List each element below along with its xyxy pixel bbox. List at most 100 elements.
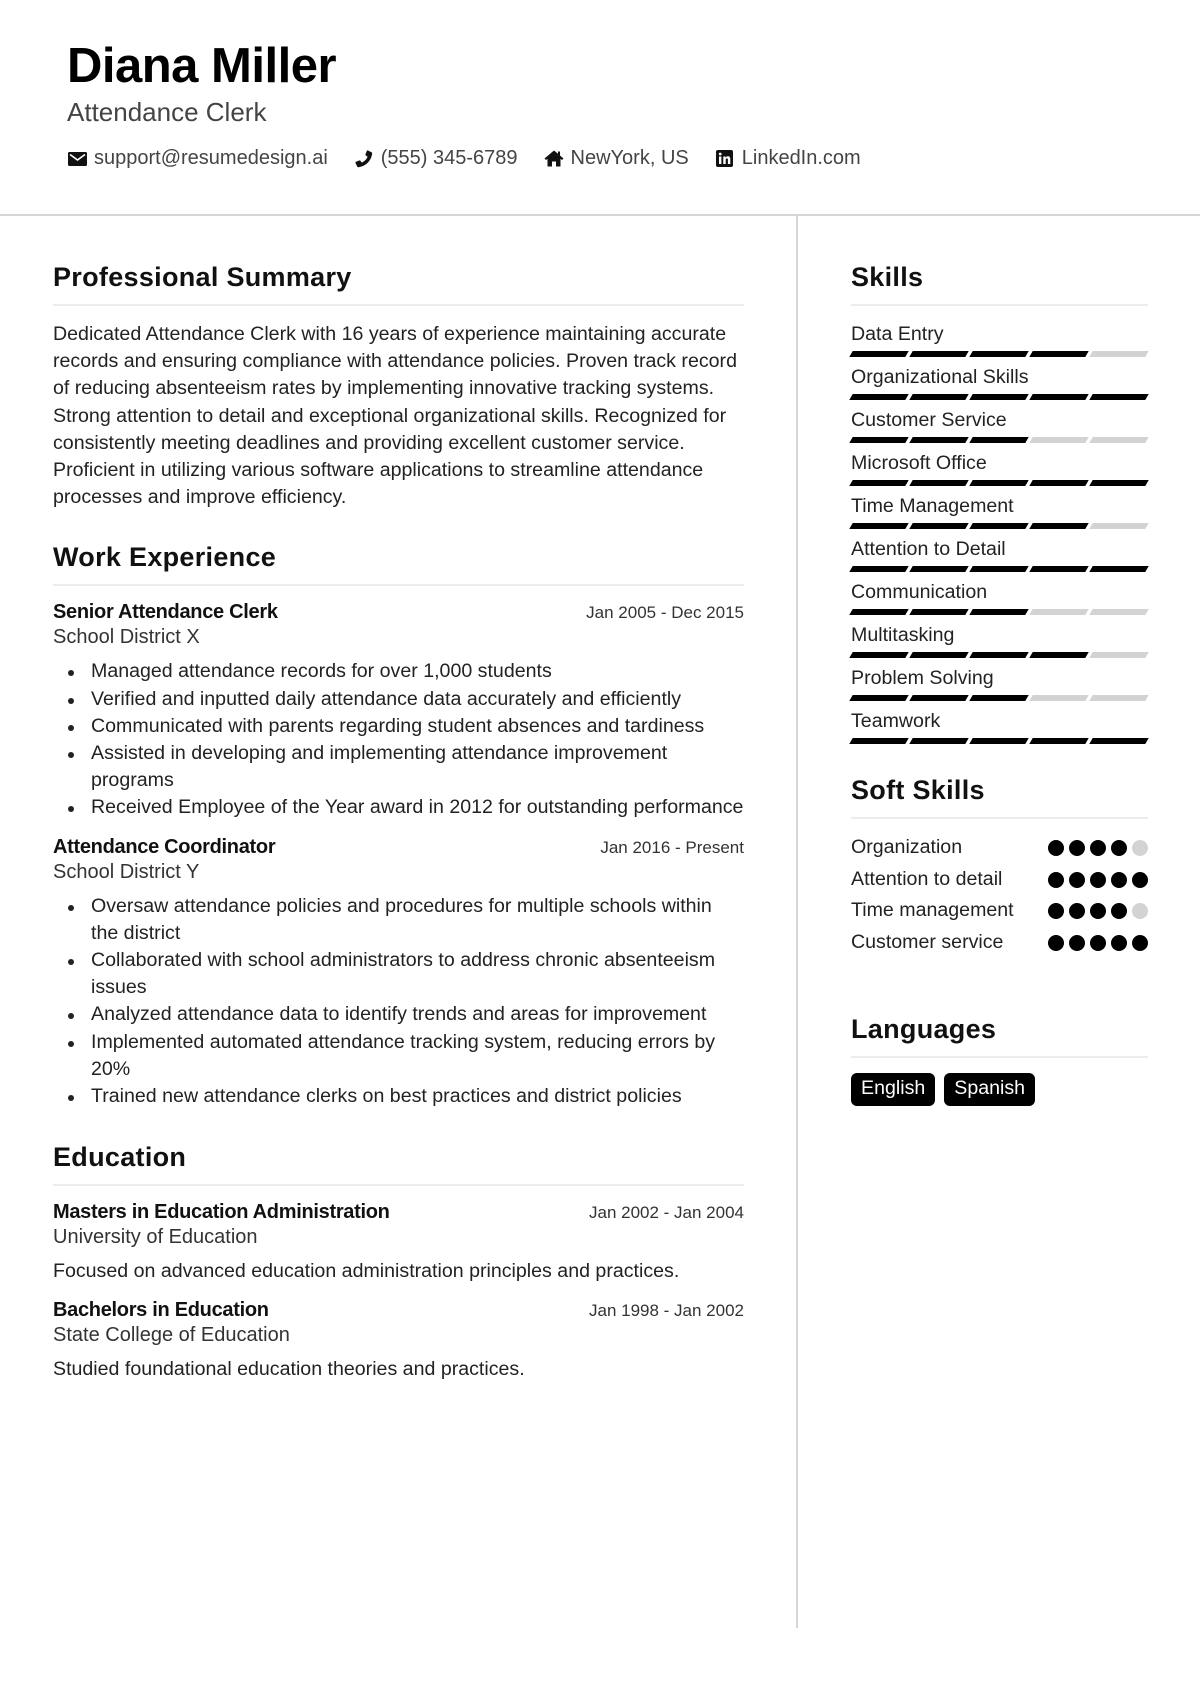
linkedin-icon	[715, 149, 735, 169]
rating-dot-filled	[1048, 903, 1064, 919]
contact-linkedin-text: LinkedIn.com	[741, 147, 861, 169]
skill-segment-filled	[969, 394, 1029, 400]
job-bullet: Collaborated with school administrators …	[53, 947, 744, 1001]
job-bullet: Implemented automated attendance trackin…	[53, 1029, 744, 1083]
rating-dot-filled	[1069, 871, 1085, 888]
soft-skill-rating	[1048, 897, 1148, 919]
rating-dot-filled	[1132, 871, 1148, 888]
rating-dot-filled	[1048, 934, 1064, 951]
job-bullets: Oversaw attendance policies and procedur…	[53, 893, 744, 1111]
section-heading-languages: Languages	[851, 1014, 1148, 1058]
job-entry: Attendance Coordinator Jan 2016 - Present…	[53, 836, 744, 1111]
rating-dot-filled	[1090, 903, 1106, 919]
language-list: English Spanish	[851, 1073, 1148, 1106]
contact-email[interactable]: support@resumedesign.ai	[67, 147, 328, 170]
skill-item: Communication	[849, 579, 1149, 616]
job-bullet: Trained new attendance clerks on best pr…	[53, 1083, 744, 1110]
skill-segment-filled	[849, 609, 909, 615]
education-description: Focused on advanced education administra…	[53, 1260, 680, 1283]
education-date: Jan 2002 - Jan 2004	[588, 1203, 744, 1223]
rating-dot-filled	[1090, 840, 1106, 856]
skill-segment-empty	[1089, 523, 1149, 529]
skill-item: Organizational Skills	[849, 364, 1149, 401]
section-heading-experience: Work Experience	[53, 542, 744, 587]
skill-segment-filled	[909, 738, 969, 744]
skill-segment-filled	[1089, 480, 1149, 486]
skills-section: Skills Data Entry Organizational Skills Cu…	[849, 262, 1149, 745]
education-list: Masters in Education Administration Jan 2…	[53, 1201, 744, 1383]
job-organization: School District Y	[53, 860, 200, 883]
soft-skill-name: Organization	[851, 836, 963, 858]
column-divider	[796, 216, 798, 1628]
job-bullet: Analyzed attendance data to identify tre…	[53, 1001, 744, 1028]
skill-segment-filled	[1029, 738, 1089, 744]
rating-dot-filled	[1090, 934, 1106, 951]
skill-name: Problem Solving	[851, 667, 994, 689]
contact-location: NewYork, US	[544, 147, 689, 170]
rating-dot-filled	[1090, 871, 1106, 888]
skill-item: Time Management	[849, 493, 1149, 530]
skill-segment-filled	[969, 351, 1029, 357]
job-header: Senior Attendance Clerk Jan 2005 - Dec 20…	[53, 601, 744, 624]
phone-icon	[354, 149, 374, 169]
skill-level-bar	[849, 566, 1149, 573]
degree-name: Masters in Education Administration	[53, 1201, 390, 1224]
section-heading-education: Education	[53, 1142, 744, 1187]
skill-level-bar	[849, 652, 1149, 659]
skill-segment-empty	[1029, 609, 1089, 615]
skill-level-bar	[849, 738, 1149, 745]
skill-segment-filled	[909, 480, 969, 486]
soft-skill-item: Customer service	[851, 929, 1148, 957]
rating-dot-filled	[1069, 934, 1085, 951]
section-heading-soft-skills: Soft Skills	[851, 775, 1148, 819]
language-badge: English	[851, 1073, 936, 1106]
skill-segment-filled	[909, 566, 969, 572]
skill-name: Time Management	[851, 495, 1014, 517]
language-badge: Spanish	[944, 1073, 1036, 1106]
job-bullet: Communicated with parents regarding stud…	[53, 713, 744, 740]
skill-segment-filled	[1029, 523, 1089, 529]
skill-name: Multitasking	[851, 624, 955, 646]
rating-dot-filled	[1069, 903, 1085, 919]
school-name: State College of Education	[53, 1324, 290, 1347]
summary-section: Professional Summary Dedicated Attendanc…	[53, 262, 744, 511]
skill-segment-filled	[909, 652, 969, 658]
skill-segment-empty	[1089, 695, 1149, 701]
education-section: Education Masters in Education Administr…	[53, 1142, 744, 1383]
skill-segment-empty	[1089, 351, 1149, 357]
skill-segment-filled	[849, 566, 909, 572]
main-column: Professional Summary Dedicated Attendanc…	[53, 262, 744, 1417]
rating-dot-filled	[1111, 934, 1127, 951]
contact-email-text: support@resumedesign.ai	[94, 147, 328, 169]
job-date: Jan 2016 - Present	[600, 837, 744, 857]
section-heading-skills: Skills	[851, 262, 1148, 306]
summary-text: Dedicated Attendance Clerk with 16 years…	[53, 323, 737, 509]
skill-segment-filled	[969, 652, 1029, 658]
job-bullet: Received Employee of the Year award in 2…	[53, 794, 744, 821]
skill-segment-filled	[849, 652, 909, 658]
skill-segment-filled	[969, 523, 1029, 529]
education-description: Studied foundational education theories …	[53, 1358, 525, 1381]
skill-segment-empty	[1089, 652, 1149, 658]
skill-segment-filled	[849, 351, 909, 357]
skill-segment-filled	[849, 738, 909, 744]
skill-segment-filled	[1029, 394, 1089, 400]
contact-linkedin[interactable]: LinkedIn.com	[715, 147, 861, 170]
job-title: Attendance Coordinator	[53, 835, 276, 858]
skill-segment-filled	[849, 480, 909, 486]
skill-segment-filled	[969, 695, 1029, 701]
rating-dot-empty	[1132, 903, 1148, 919]
skill-name: Microsoft Office	[851, 452, 987, 474]
skill-segment-filled	[1089, 738, 1149, 744]
contact-phone[interactable]: (555) 345-6789	[354, 147, 518, 170]
soft-skill-rating	[1048, 834, 1148, 856]
job-list: Senior Attendance Clerk Jan 2005 - Dec 20…	[53, 601, 744, 1110]
rating-dot-filled	[1069, 840, 1085, 856]
skill-segment-filled	[969, 738, 1029, 744]
rating-dot-filled	[1111, 871, 1127, 888]
rating-dot-filled	[1111, 840, 1127, 856]
resume-header: Diana Miller Attendance Clerk support@re…	[0, 0, 1200, 216]
skill-level-bar	[849, 695, 1149, 702]
skill-segment-filled	[1029, 652, 1089, 658]
education-date: Jan 1998 - Jan 2002	[588, 1301, 744, 1321]
